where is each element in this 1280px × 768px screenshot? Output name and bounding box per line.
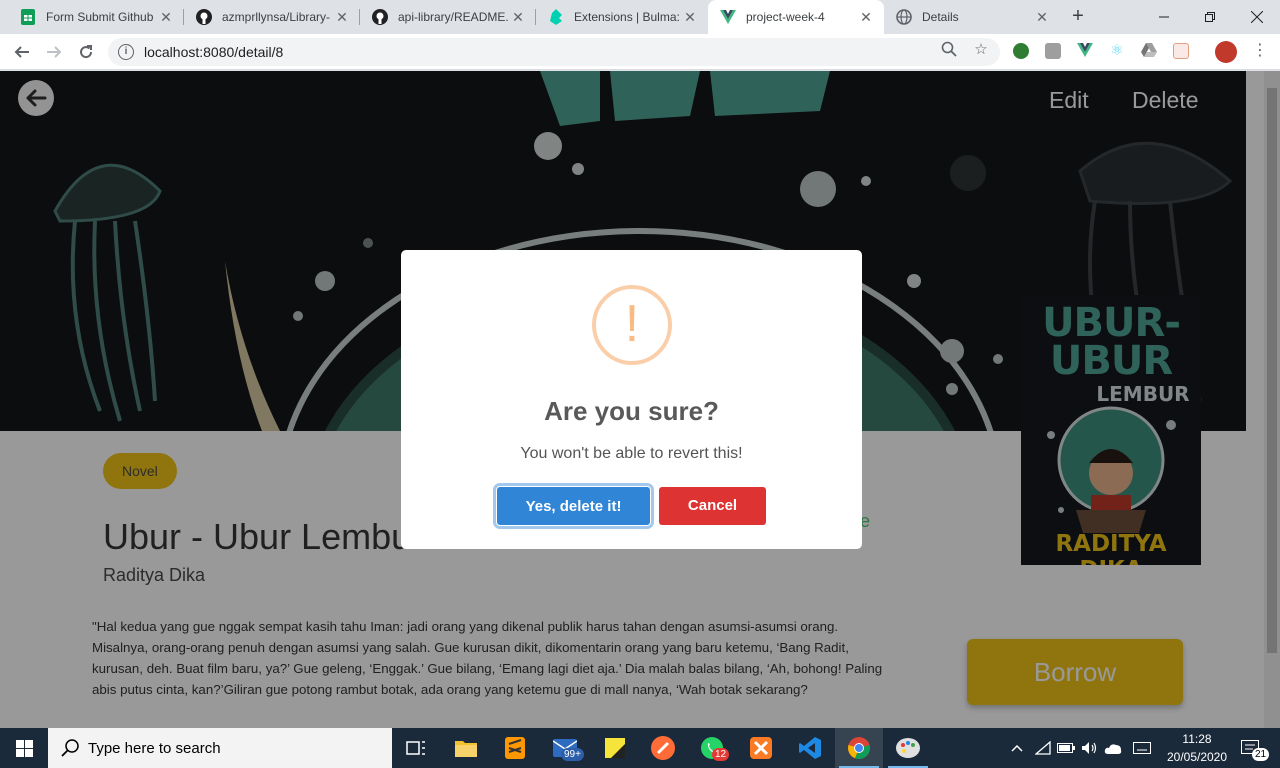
tab-github-library[interactable]: azmprllynsa/Library- ✕ [184, 0, 360, 34]
extension-globe-icon[interactable] [1013, 43, 1029, 59]
task-view-button[interactable] [392, 728, 440, 768]
confirm-delete-button[interactable]: Yes, delete it! [496, 486, 651, 526]
extension-react-icon[interactable]: ⚛ [1109, 43, 1125, 59]
mail-button[interactable]: 99+ [541, 728, 589, 768]
extension-drive-icon[interactable] [1141, 43, 1157, 59]
postman-icon [651, 736, 675, 760]
start-button[interactable] [0, 728, 48, 768]
reload-button[interactable] [72, 38, 100, 66]
volume-icon[interactable] [1078, 728, 1100, 768]
dialog-title: Are you sure? [544, 396, 719, 426]
close-icon[interactable]: ✕ [1034, 9, 1050, 25]
info-icon[interactable]: i [118, 44, 134, 60]
xampp-icon [750, 737, 772, 759]
mail-badge: 99+ [561, 748, 584, 761]
vscode-icon [799, 737, 821, 759]
windows-icon [15, 739, 33, 757]
close-icon[interactable]: ✕ [858, 9, 874, 25]
clock-date: 20/05/2020 [1166, 750, 1228, 764]
reload-icon [80, 45, 93, 59]
tab-title: api-library/README. [398, 10, 509, 24]
close-icon[interactable]: ✕ [682, 9, 698, 25]
keyboard-icon[interactable] [1128, 728, 1156, 768]
minimize-button[interactable] [1141, 0, 1187, 34]
show-hidden-icons-button[interactable] [1006, 728, 1028, 768]
bulma-icon [548, 9, 564, 25]
action-center-button[interactable]: 21 [1236, 728, 1270, 768]
github-icon [372, 9, 388, 25]
menu-dots-icon[interactable]: ⋮ [1252, 43, 1268, 59]
vue-icon [720, 9, 736, 25]
sticky-notes-button[interactable] [591, 728, 639, 768]
close-icon[interactable]: ✕ [158, 9, 174, 25]
url-text: localhost:8080/detail/8 [144, 44, 284, 60]
back-nav-button[interactable] [8, 38, 36, 66]
new-tab-button[interactable]: + [1066, 5, 1090, 29]
xampp-button[interactable] [737, 728, 785, 768]
restore-icon [1205, 12, 1215, 22]
tab-details[interactable]: Details ✕ [884, 0, 1060, 34]
profile-avatar[interactable] [1215, 41, 1237, 63]
extension-clipboard-icon[interactable] [1173, 43, 1189, 59]
close-icon[interactable]: ✕ [510, 9, 526, 25]
paint-button[interactable] [884, 728, 932, 768]
clock-time: 11:28 [1182, 732, 1212, 746]
tab-strip: Form Submit Github ✕ azmprllynsa/Library… [0, 0, 1280, 34]
warning-icon: ! [592, 285, 672, 365]
arrow-left-icon [14, 46, 29, 58]
confirm-dialog: ! Are you sure? You won't be able to rev… [401, 250, 862, 549]
notification-badge: 21 [1252, 748, 1270, 761]
bookmark-star-icon[interactable]: ☆ [972, 41, 990, 59]
minimize-icon [1159, 16, 1169, 18]
dialog-message: You won't be able to revert this! [520, 445, 743, 462]
close-window-button[interactable] [1234, 0, 1280, 34]
system-clock[interactable]: 11:28 20/05/2020 [1160, 730, 1234, 766]
tab-form-submit[interactable]: Form Submit Github ✕ [8, 0, 184, 34]
extension-copy-icon[interactable] [1045, 43, 1061, 59]
chevron-up-icon [1011, 744, 1023, 752]
network-icon[interactable] [1032, 728, 1054, 768]
whatsapp-button[interactable]: 12 [688, 728, 736, 768]
address-bar[interactable]: i localhost:8080/detail/8 [108, 38, 1000, 66]
tab-project-week-4[interactable]: project-week-4 ✕ [708, 0, 884, 34]
paint-palette-icon [896, 738, 920, 758]
chrome-icon [848, 737, 870, 760]
onedrive-icon[interactable] [1101, 728, 1125, 768]
tab-github-readme[interactable]: api-library/README. ✕ [360, 0, 536, 34]
tab-title: Form Submit Github [46, 10, 154, 24]
battery-icon[interactable] [1055, 728, 1077, 768]
arrow-right-icon [47, 46, 62, 58]
close-icon [1251, 11, 1263, 23]
taskbar-search[interactable]: Type here to search [48, 728, 392, 768]
google-sheets-icon [20, 9, 36, 25]
folder-icon [455, 741, 477, 757]
task-view-icon [406, 741, 425, 755]
taskbar: Type here to search 99+ 12 11:28 20/05/2… [0, 728, 1280, 768]
search-icon [61, 739, 79, 757]
sublime-text-icon [505, 737, 525, 759]
globe-icon [896, 9, 912, 25]
postman-button[interactable] [639, 728, 687, 768]
file-explorer-button[interactable] [442, 728, 490, 768]
whatsapp-badge: 12 [712, 748, 730, 761]
cancel-button[interactable]: Cancel [659, 487, 766, 525]
tab-title: Extensions | Bulma: F [574, 10, 682, 24]
tab-bulma-extensions[interactable]: Extensions | Bulma: F ✕ [536, 0, 708, 34]
tab-title: azmprllynsa/Library- [222, 10, 331, 24]
close-icon[interactable]: ✕ [334, 9, 350, 25]
search-placeholder: Type here to search [88, 739, 221, 757]
vscode-button[interactable] [786, 728, 834, 768]
sticky-notes-icon [605, 738, 625, 758]
extension-vue-icon[interactable] [1077, 43, 1093, 59]
github-icon [196, 9, 212, 25]
forward-nav-button[interactable] [40, 38, 68, 66]
sublime-text-button[interactable] [491, 728, 539, 768]
restore-button[interactable] [1187, 0, 1233, 34]
chrome-button[interactable] [835, 728, 883, 768]
zoom-icon[interactable] [940, 41, 958, 59]
tab-title: project-week-4 [746, 10, 825, 24]
tab-title: Details [922, 10, 959, 24]
